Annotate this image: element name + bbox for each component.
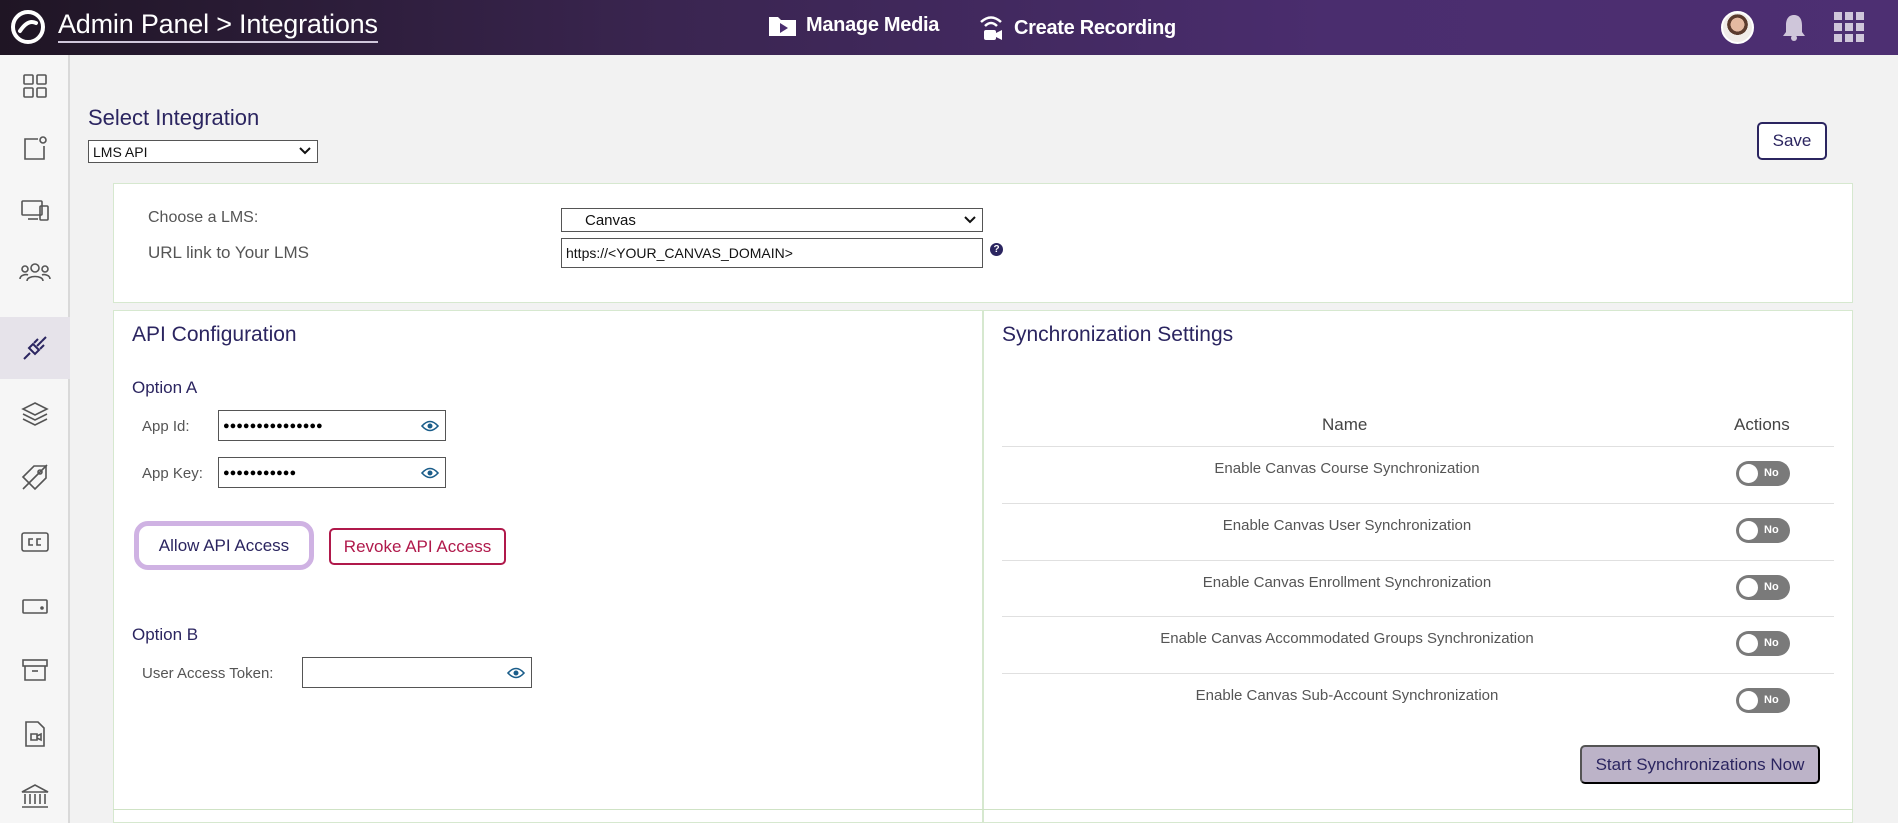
sync-row-name: Enable Canvas User Synchronization bbox=[1222, 517, 1472, 534]
accommodated-groups-sync-toggle[interactable]: No bbox=[1736, 631, 1790, 656]
sidebar-item-tags[interactable] bbox=[0, 447, 70, 509]
save-button[interactable]: Save bbox=[1757, 122, 1827, 160]
media-folder-icon bbox=[769, 17, 796, 36]
chevron-down-icon bbox=[964, 216, 976, 224]
eye-icon[interactable] bbox=[421, 419, 439, 433]
sub-account-sync-toggle[interactable]: No bbox=[1736, 688, 1790, 713]
app-id-label: App Id: bbox=[142, 418, 190, 435]
storage-icon bbox=[22, 599, 48, 614]
column-header-actions: Actions bbox=[1734, 415, 1790, 434]
archive-icon bbox=[22, 659, 48, 681]
user-access-token-input[interactable] bbox=[302, 657, 532, 688]
table-row: Enable Canvas Enrollment Synchronization… bbox=[1002, 560, 1834, 617]
toggle-state: No bbox=[1764, 637, 1779, 649]
sidebar-item-media-files[interactable] bbox=[0, 703, 70, 765]
allow-api-access-button[interactable]: Allow API Access bbox=[134, 521, 314, 570]
apps-grid-icon[interactable] bbox=[1834, 12, 1864, 42]
integration-select-value: LMS API bbox=[93, 143, 148, 160]
toggle-state: No bbox=[1764, 524, 1779, 536]
option-b-heading: Option B bbox=[132, 625, 199, 644]
course-sync-toggle[interactable]: No bbox=[1736, 461, 1790, 486]
table-row: Enable Canvas Course Synchronization No bbox=[1002, 446, 1834, 503]
table-row: Enable Canvas Accommodated Groups Synchr… bbox=[1002, 616, 1834, 673]
user-sync-toggle[interactable]: No bbox=[1736, 518, 1790, 543]
revoke-api-access-button[interactable]: Revoke API Access bbox=[329, 528, 506, 565]
user-access-token-label: User Access Token: bbox=[142, 665, 274, 682]
devices-icon bbox=[21, 200, 49, 221]
sidebar-item-archive[interactable] bbox=[0, 639, 70, 701]
sidebar-item-institution[interactable] bbox=[0, 765, 70, 823]
media-file-icon bbox=[25, 721, 45, 747]
tag-icon bbox=[21, 464, 48, 491]
table-row: Enable Canvas Sub-Account Synchronizatio… bbox=[1002, 673, 1834, 730]
manage-media-label: Manage Media bbox=[806, 13, 940, 36]
sync-row-name: Enable Canvas Course Synchronization bbox=[1214, 460, 1480, 477]
enrollment-sync-toggle[interactable]: No bbox=[1736, 575, 1790, 600]
sidebar-item-integrations[interactable] bbox=[0, 317, 70, 379]
page-title: Admin Panel > Integrations bbox=[58, 9, 378, 43]
top-bar: Admin Panel > Integrations Manage Media … bbox=[0, 0, 1898, 55]
layers-icon bbox=[21, 402, 49, 426]
table-row: Enable Canvas User Synchronization No bbox=[1002, 503, 1834, 560]
help-icon[interactable]: ? bbox=[990, 243, 1003, 256]
app-key-input[interactable]: ●●●●●●●●●●● bbox=[218, 457, 446, 488]
sidebar-item-storage[interactable] bbox=[0, 575, 70, 637]
sidebar-item-captions[interactable] bbox=[0, 511, 70, 573]
eye-icon[interactable] bbox=[507, 666, 525, 680]
sidebar bbox=[0, 55, 70, 823]
bell-icon[interactable] bbox=[1780, 12, 1808, 42]
avatar[interactable] bbox=[1721, 11, 1754, 44]
lms-url-label: URL link to Your LMS bbox=[148, 243, 309, 262]
integrations-plug-icon bbox=[23, 336, 47, 360]
sync-row-name: Enable Canvas Accommodated Groups Synchr… bbox=[1160, 630, 1534, 647]
toggle-state: No bbox=[1764, 694, 1779, 706]
option-a-heading: Option A bbox=[132, 378, 198, 397]
dashboard-grid-icon bbox=[23, 74, 47, 98]
sidebar-item-users[interactable] bbox=[0, 241, 70, 303]
app-logo-icon[interactable] bbox=[8, 9, 48, 45]
sidebar-item-content[interactable] bbox=[0, 117, 70, 179]
users-icon bbox=[19, 263, 51, 282]
lms-select[interactable]: Canvas bbox=[561, 208, 983, 232]
sync-row-name: Enable Canvas Sub-Account Synchronizatio… bbox=[1195, 687, 1499, 704]
app-key-value: ●●●●●●●●●●● bbox=[223, 466, 297, 479]
app-id-value: ●●●●●●●●●●●●●●● bbox=[223, 419, 323, 432]
recording-camera-icon bbox=[980, 16, 1002, 40]
lms-url-input[interactable]: https://<YOUR_CANVAS_DOMAIN> bbox=[561, 238, 983, 268]
panel-bottom-divider bbox=[113, 809, 1853, 810]
chevron-down-icon bbox=[299, 147, 311, 155]
choose-lms-label: Choose a LMS: bbox=[148, 209, 259, 226]
column-header-name: Name bbox=[1322, 415, 1368, 434]
eye-icon[interactable] bbox=[421, 466, 439, 480]
sidebar-item-dashboard[interactable] bbox=[0, 55, 70, 117]
lms-settings-panel bbox=[113, 183, 1853, 303]
allow-api-access-label: Allow API Access bbox=[158, 535, 290, 555]
sidebar-item-layers[interactable] bbox=[0, 383, 70, 445]
toggle-state: No bbox=[1764, 581, 1779, 593]
select-integration-label: Select Integration bbox=[88, 105, 260, 130]
sidebar-item-devices[interactable] bbox=[0, 179, 70, 241]
toggle-state: No bbox=[1764, 467, 1779, 479]
institution-icon bbox=[21, 784, 49, 808]
api-configuration-title: API Configuration bbox=[132, 323, 297, 346]
sync-row-name: Enable Canvas Enrollment Synchronization bbox=[1202, 574, 1492, 591]
integration-select[interactable]: LMS API bbox=[88, 140, 318, 163]
create-recording-label: Create Recording bbox=[1014, 16, 1176, 39]
content-icon bbox=[24, 136, 47, 160]
synchronization-settings-title: Synchronization Settings bbox=[1002, 323, 1234, 346]
app-id-input[interactable]: ●●●●●●●●●●●●●●● bbox=[218, 410, 446, 441]
start-synchronizations-button[interactable]: Start Synchronizations Now bbox=[1580, 745, 1820, 784]
manage-media-button[interactable]: Manage Media bbox=[768, 13, 939, 37]
lms-select-value: Canvas bbox=[585, 211, 636, 229]
app-key-label: App Key: bbox=[142, 465, 203, 482]
panel-divider bbox=[982, 310, 984, 823]
create-recording-button[interactable]: Create Recording bbox=[976, 13, 1176, 43]
captions-cc-icon bbox=[21, 532, 49, 552]
